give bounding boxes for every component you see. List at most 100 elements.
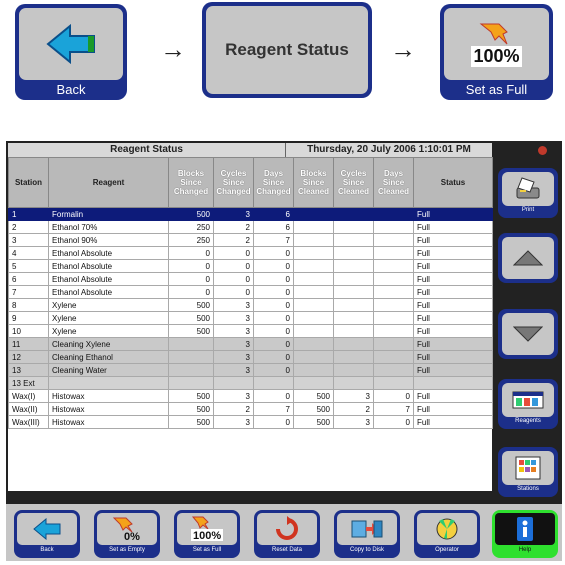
stations-button[interactable]: Stations bbox=[498, 447, 558, 497]
col-days-since-cleaned[interactable]: Days Since Cleaned bbox=[373, 157, 414, 208]
table-cell: Full bbox=[413, 402, 493, 416]
table-cell: 6 bbox=[253, 207, 294, 221]
table-cell bbox=[333, 272, 374, 286]
reagents-button[interactable]: Reagents bbox=[498, 379, 558, 429]
col-days-since-changed[interactable]: Days Since Changed bbox=[253, 157, 294, 208]
col-status[interactable]: Status bbox=[413, 157, 493, 208]
table-cell: 0 bbox=[213, 285, 254, 299]
table-cell: 7 bbox=[253, 233, 294, 247]
table-row[interactable]: 5 Ethanol Absolute 0 0 0 Full bbox=[8, 259, 493, 273]
table-cell: 2 bbox=[8, 220, 49, 234]
table-row[interactable]: 6 Ethanol Absolute 0 0 0 Full bbox=[8, 272, 493, 286]
table-cell: 500 bbox=[293, 402, 334, 416]
table-cell bbox=[293, 350, 334, 364]
set-as-full-button-large[interactable]: 100% Set as Full bbox=[440, 4, 553, 100]
table-cell bbox=[373, 259, 414, 273]
table-cell: 500 bbox=[168, 415, 214, 429]
table-cell bbox=[373, 376, 414, 390]
table-cell: 7 bbox=[8, 285, 49, 299]
col-cycles-since-cleaned[interactable]: Cycles Since Cleaned bbox=[333, 157, 374, 208]
reset-data-button[interactable]: Reset Data bbox=[254, 510, 320, 558]
table-cell: Full bbox=[413, 220, 493, 234]
table-cell bbox=[213, 376, 254, 390]
table-cell: Cleaning Ethanol bbox=[48, 350, 169, 364]
table-row[interactable]: 12 Cleaning Ethanol 3 0 Full bbox=[8, 350, 493, 364]
set-full-icon: 100% bbox=[444, 8, 549, 80]
table-cell: 500 bbox=[168, 324, 214, 338]
table-cell: Full bbox=[413, 272, 493, 286]
print-button[interactable]: Print bbox=[498, 168, 558, 218]
table-row[interactable]: 4 Ethanol Absolute 0 0 0 Full bbox=[8, 246, 493, 260]
table-cell: 3 bbox=[213, 298, 254, 312]
table-cell: Full bbox=[413, 415, 493, 429]
table-cell bbox=[293, 220, 334, 234]
col-blocks-since-cleaned[interactable]: Blocks Since Cleaned bbox=[293, 157, 334, 208]
table-row[interactable]: 2 Ethanol 70% 250 2 6 Full bbox=[8, 220, 493, 234]
back-button-large[interactable]: Back bbox=[15, 4, 127, 100]
table-cell: Cleaning Water bbox=[48, 363, 169, 377]
table-cell: 0 bbox=[253, 415, 294, 429]
operator-icon bbox=[417, 513, 477, 545]
table-cell: 3 bbox=[333, 415, 374, 429]
table-row[interactable]: 11 Cleaning Xylene 3 0 Full bbox=[8, 337, 493, 351]
operator-label: Operator bbox=[435, 547, 459, 553]
empty-percent-text: 0% bbox=[124, 531, 140, 542]
col-cycles-since-changed[interactable]: Cycles Since Changed bbox=[213, 157, 254, 208]
set-as-empty-button[interactable]: 0% Set as Empty bbox=[94, 510, 160, 558]
reagent-table-container: Station Reagent Blocks Since Changed Cyc… bbox=[8, 157, 493, 491]
table-row[interactable]: 8 Xylene 500 3 0 Full bbox=[8, 298, 493, 312]
table-cell: Xylene bbox=[48, 324, 169, 338]
table-cell bbox=[333, 233, 374, 247]
scroll-down-button[interactable] bbox=[498, 309, 558, 359]
table-row[interactable]: 13 Cleaning Water 3 0 Full bbox=[8, 363, 493, 377]
table-cell bbox=[293, 285, 334, 299]
table-cell: Full bbox=[413, 259, 493, 273]
table-cell: 2 bbox=[213, 233, 254, 247]
print-label: Print bbox=[521, 207, 535, 213]
table-row[interactable]: 9 Xylene 500 3 0 Full bbox=[8, 311, 493, 325]
table-row[interactable]: 13 Ext bbox=[8, 376, 493, 390]
table-cell: Ethanol Absolute bbox=[48, 285, 169, 299]
help-button[interactable]: Help bbox=[492, 510, 558, 558]
table-row[interactable]: 10 Xylene 500 3 0 Full bbox=[8, 324, 493, 338]
table-cell: 12 bbox=[8, 350, 49, 364]
table-cell: Ethanol 90% bbox=[48, 233, 169, 247]
table-row[interactable]: 7 Ethanol Absolute 0 0 0 Full bbox=[8, 285, 493, 299]
table-row[interactable]: 1 Formalin 500 3 6 Full bbox=[8, 207, 493, 221]
table-cell bbox=[413, 376, 493, 390]
operator-button[interactable]: Operator bbox=[414, 510, 480, 558]
scroll-up-button[interactable] bbox=[498, 233, 558, 283]
set-as-full-button[interactable]: 100% Set as Full bbox=[174, 510, 240, 558]
table-cell: 500 bbox=[293, 415, 334, 429]
table-row[interactable]: Wax(III) Histowax 500 3 0 500 3 0 Full bbox=[8, 415, 493, 429]
table-cell: 0 bbox=[253, 363, 294, 377]
col-reagent[interactable]: Reagent bbox=[48, 157, 169, 208]
table-cell: 3 bbox=[333, 389, 374, 403]
table-cell: Wax(I) bbox=[8, 389, 49, 403]
table-cell bbox=[293, 376, 334, 390]
table-cell bbox=[293, 311, 334, 325]
table-cell: 13 bbox=[8, 363, 49, 377]
table-cell: 0 bbox=[373, 415, 414, 429]
table-cell: 0 bbox=[253, 311, 294, 325]
table-cell: Histowax bbox=[48, 415, 169, 429]
down-arrow-icon bbox=[502, 313, 554, 355]
table-cell: Ethanol 70% bbox=[48, 220, 169, 234]
table-row[interactable]: Wax(II) Histowax 500 2 7 500 2 7 Full bbox=[8, 402, 493, 416]
full-percent-text: 100% bbox=[471, 45, 522, 67]
table-row[interactable]: Wax(I) Histowax 500 3 0 500 3 0 Full bbox=[8, 389, 493, 403]
table-cell: Ethanol Absolute bbox=[48, 259, 169, 273]
table-row[interactable]: 3 Ethanol 90% 250 2 7 Full bbox=[8, 233, 493, 247]
col-blocks-since-changed[interactable]: Blocks Since Changed bbox=[168, 157, 214, 208]
back-button[interactable]: Back bbox=[14, 510, 80, 558]
table-cell: 500 bbox=[168, 402, 214, 416]
table-cell: 500 bbox=[168, 311, 214, 325]
reagent-status-button-large[interactable]: Reagent Status bbox=[202, 2, 372, 98]
table-cell: Full bbox=[413, 324, 493, 338]
table-cell bbox=[333, 285, 374, 299]
table-cell bbox=[333, 337, 374, 351]
copy-to-disk-button[interactable]: Copy to Disk bbox=[334, 510, 400, 558]
table-cell: 0 bbox=[253, 350, 294, 364]
table-cell: Wax(II) bbox=[8, 402, 49, 416]
col-station[interactable]: Station bbox=[8, 157, 49, 208]
